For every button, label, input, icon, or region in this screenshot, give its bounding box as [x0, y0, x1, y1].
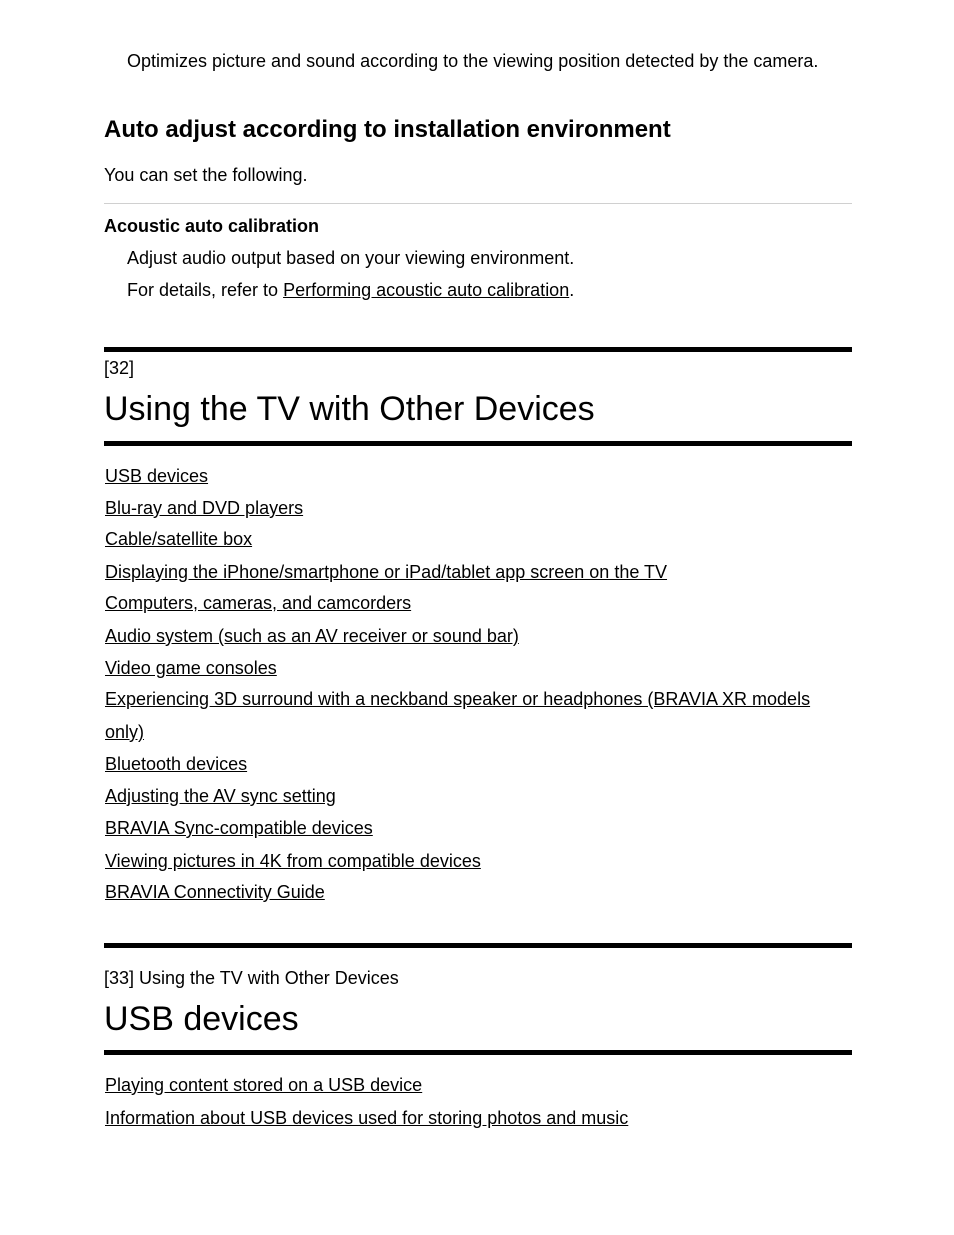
link-3d-surround-continued[interactable]: only) — [105, 721, 144, 743]
link-bluray-dvd-players[interactable]: Blu-ray and DVD players — [105, 497, 303, 519]
section-32-title: Using the TV with Other Devices — [104, 390, 595, 428]
section-32-number: [32] — [104, 358, 135, 378]
details-line: For details, refer to Performing acousti… — [127, 279, 574, 301]
section-33-top-rule — [104, 943, 852, 948]
auto-adjust-intro: You can set the following. — [104, 165, 308, 185]
link-computers-cameras[interactable]: Computers, cameras, and camcorders — [105, 592, 411, 614]
link-4k-pictures[interactable]: Viewing pictures in 4K from compatible d… — [105, 850, 481, 872]
link-video-game-consoles[interactable]: Video game consoles — [105, 657, 277, 679]
performing-acoustic-calibration-link[interactable]: Performing acoustic auto calibration — [283, 280, 569, 300]
details-suffix: . — [569, 280, 575, 300]
section-33-breadcrumb: [33] Using the TV with Other Devices — [104, 968, 399, 988]
details-prefix: For details, refer to — [127, 280, 284, 300]
link-playing-usb-content[interactable]: Playing content stored on a USB device — [105, 1074, 422, 1096]
link-bluetooth-devices[interactable]: Bluetooth devices — [105, 753, 247, 775]
link-cable-satellite-box[interactable]: Cable/satellite box — [105, 528, 252, 550]
acoustic-calibration-title: Acoustic auto calibration — [104, 216, 320, 236]
link-3d-surround[interactable]: Experiencing 3D surround with a neckband… — [105, 688, 810, 710]
link-displaying-app-screen[interactable]: Displaying the iPhone/smartphone or iPad… — [105, 561, 667, 583]
divider — [104, 203, 852, 204]
link-bravia-sync-devices[interactable]: BRAVIA Sync-compatible devices — [105, 817, 373, 839]
link-bravia-connectivity-guide[interactable]: BRAVIA Connectivity Guide — [105, 881, 325, 903]
link-av-sync-setting[interactable]: Adjusting the AV sync setting — [105, 785, 336, 807]
link-audio-system[interactable]: Audio system (such as an AV receiver or … — [105, 625, 519, 647]
acoustic-calibration-description: Adjust audio output based on your viewin… — [127, 248, 575, 268]
link-usb-storage-info[interactable]: Information about USB devices used for s… — [105, 1107, 628, 1129]
auto-adjust-heading: Auto adjust according to installation en… — [104, 116, 671, 143]
link-usb-devices[interactable]: USB devices — [105, 465, 208, 487]
intro-paragraph: Optimizes picture and sound according to… — [127, 51, 819, 71]
section-33-title: USB devices — [104, 1000, 299, 1038]
section-32-bottom-rule — [104, 441, 852, 446]
section-33-bottom-rule — [104, 1050, 852, 1055]
section-32-top-rule — [104, 347, 852, 352]
